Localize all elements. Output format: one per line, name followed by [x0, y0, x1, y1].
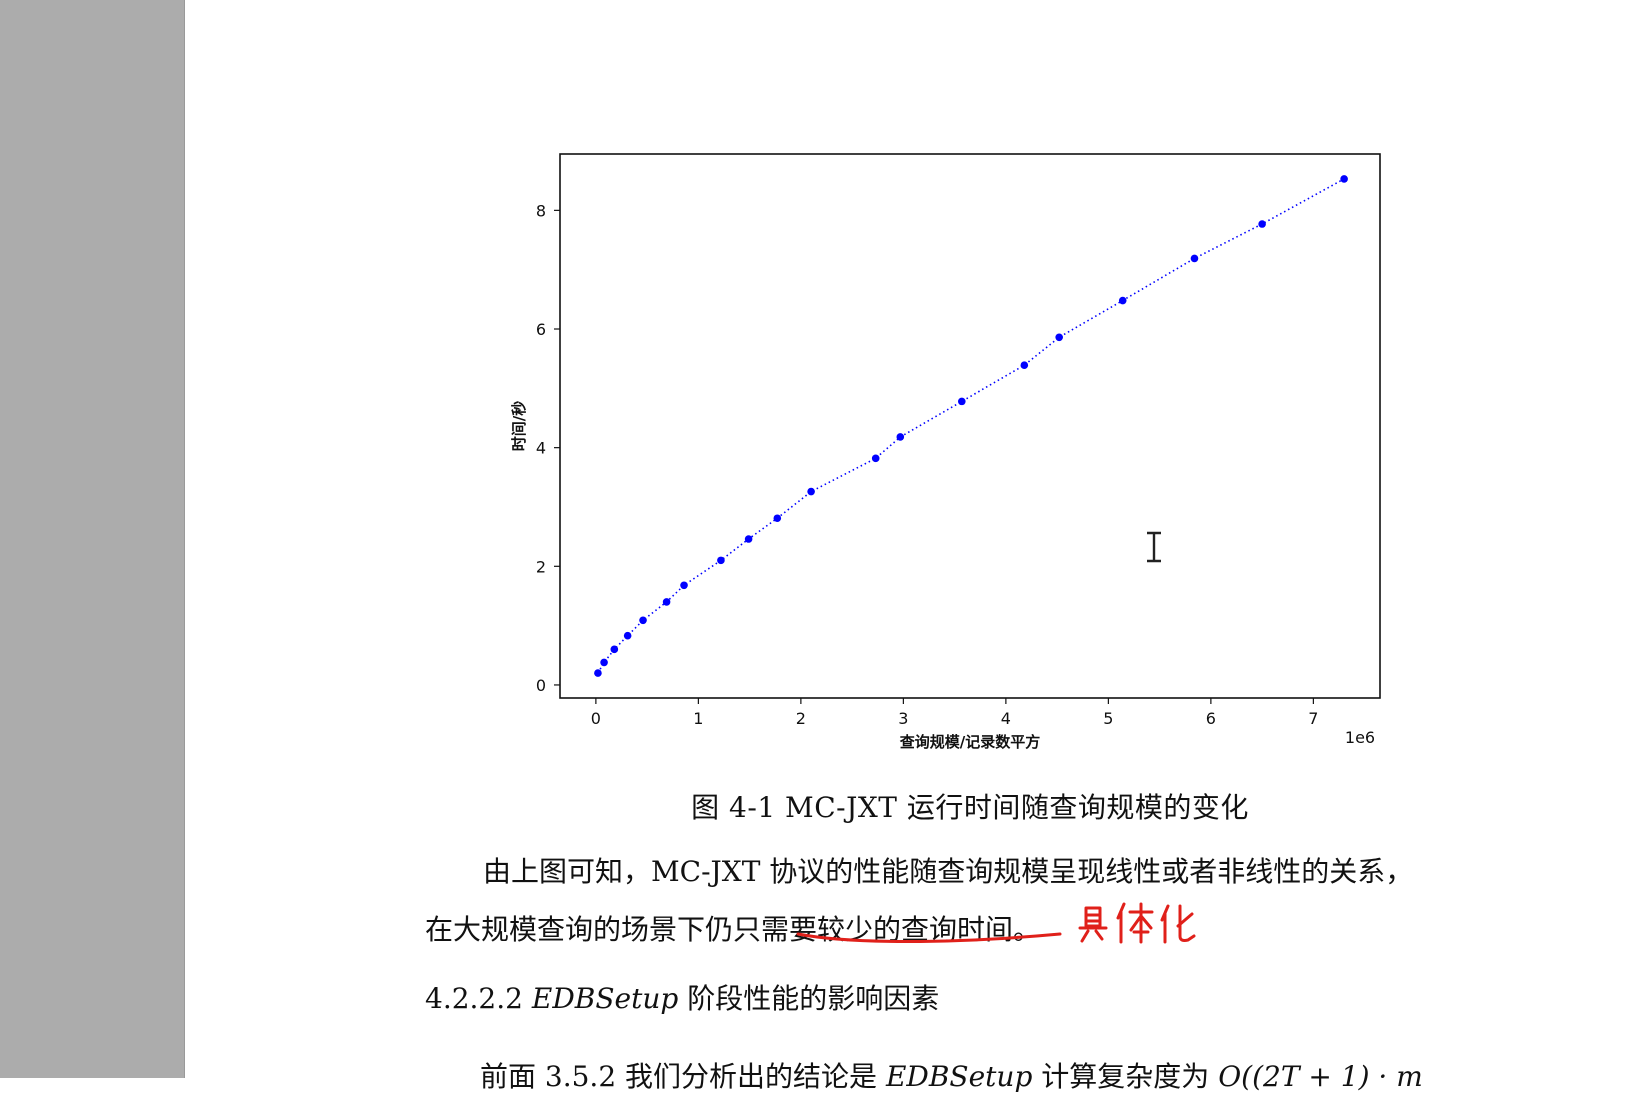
paragraph-line-1: 由上图可知，MC-JXT 协议的性能随查询规模呈现线性或者非线性的关系， [483, 855, 1414, 888]
data-point [807, 487, 815, 496]
data-point [610, 645, 619, 654]
data-point [623, 631, 632, 640]
data-point [1055, 333, 1063, 342]
data-point [600, 658, 608, 667]
figure-chart: 0 1 2 3 4 5 6 7 0 2 4 6 8 查询规模/记录数平方 1e6 时间/秒 [510, 153, 1381, 751]
data-point [639, 616, 647, 625]
paragraph-text: 在大规模查询的场景下仍只 [425, 913, 762, 946]
x-tick-label: 1 [693, 709, 703, 728]
plot-frame [559, 153, 1381, 699]
x-tick-label: 2 [796, 709, 806, 728]
figure-caption: 图 4-1 MC-JXT 运行时间随查询规模的变化 [691, 791, 1249, 824]
data-point [717, 556, 725, 565]
cut-line-text-1: 前面 3.5.2 我们分析出的结论是 [480, 1060, 886, 1093]
y-tick-label: 0 [536, 676, 546, 695]
data-point [871, 454, 880, 463]
data-point [1258, 220, 1266, 228]
text-cursor-icon [1147, 531, 1161, 563]
data-point [773, 514, 782, 523]
cut-line-text-2: 计算复杂度为 [1032, 1060, 1219, 1093]
data-point [1340, 175, 1348, 183]
x-axis-label: 查询规模/记录数平方 [900, 733, 1040, 751]
cut-line-math-1: EDBSetup [885, 1060, 1033, 1093]
data-point [896, 433, 905, 441]
series-line [597, 178, 1345, 674]
y-tick-label: 2 [536, 557, 546, 576]
data-point [1118, 296, 1127, 305]
data-point [958, 397, 966, 406]
section-number: 4.2.2.2 [425, 982, 523, 1015]
data-point [680, 581, 688, 590]
section-math-term: EDBSetup [531, 982, 679, 1015]
y-tick-label: 4 [536, 439, 546, 458]
y-axis-label: 时间/秒 [510, 401, 528, 451]
data-point [744, 535, 753, 543]
section-subheading: 4.2.2.2 EDBSetup 阶段性能的影响因素 [425, 977, 939, 1017]
y-tick-label: 6 [536, 320, 546, 339]
data-point [594, 669, 602, 677]
x-tick-label: 6 [1206, 709, 1216, 728]
data-point [1190, 254, 1199, 263]
handwritten-annotation [796, 902, 1196, 944]
x-tick-label: 3 [898, 709, 908, 728]
section-title-text: 阶段性能的影响因素 [678, 982, 940, 1015]
x-tick-label: 7 [1308, 709, 1318, 728]
cut-line-math-2: O((2T + 1) · m [1218, 1060, 1423, 1093]
x-multiplier-label: 1e6 [1345, 728, 1375, 747]
x-tick-label: 5 [1103, 709, 1113, 728]
x-tick-label: 4 [1001, 709, 1011, 728]
y-tick-label: 8 [536, 201, 546, 220]
left-gutter [0, 0, 185, 1078]
data-point [1020, 361, 1029, 369]
cut-off-paragraph-line: 前面 3.5.2 我们分析出的结论是 EDBSetup 计算复杂度为 O((2T… [480, 1055, 1423, 1095]
data-point [662, 598, 671, 606]
x-tick-label: 0 [591, 709, 601, 728]
